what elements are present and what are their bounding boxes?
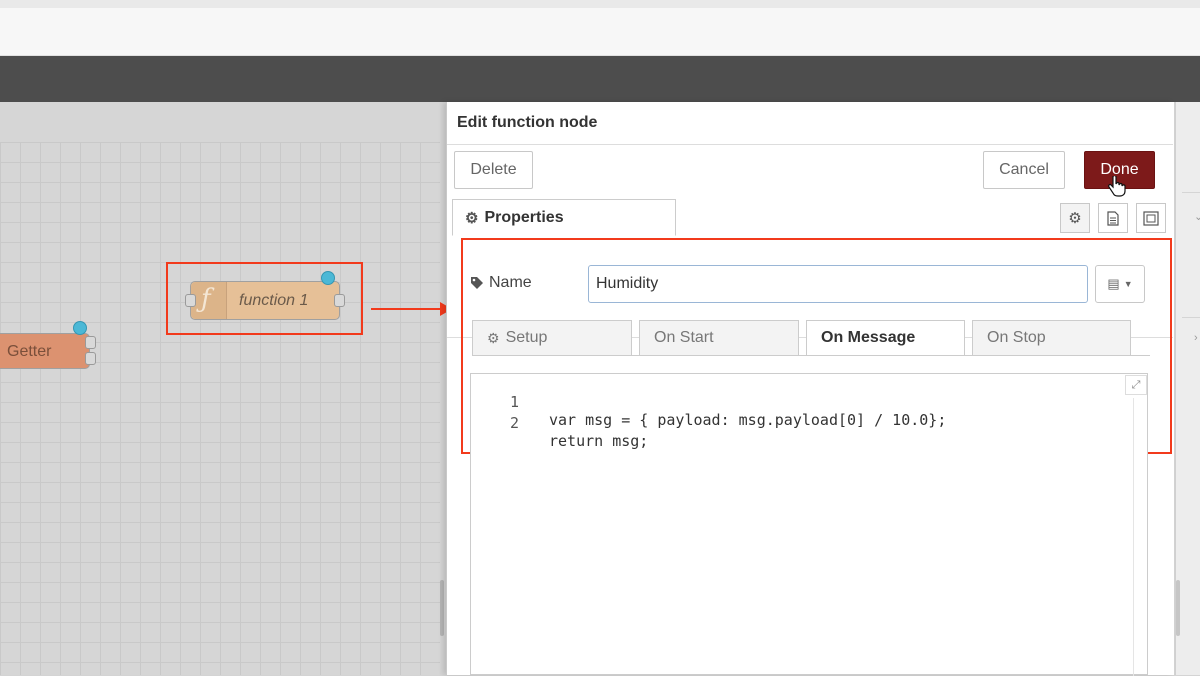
tab-on-start[interactable]: On Start <box>639 320 799 356</box>
tab-on-message-label: On Message <box>821 329 916 346</box>
tab-on-message[interactable]: On Message <box>806 320 965 356</box>
sidebar-divider <box>1182 192 1200 193</box>
getter-node[interactable]: Getter <box>0 333 90 369</box>
appearance-tab-button[interactable] <box>1136 203 1166 233</box>
browser-top-strip <box>0 0 1200 8</box>
code-editor[interactable]: 1 var msg = { payload: msg.payload[0] / … <box>470 373 1148 676</box>
tab-properties[interactable]: ⚙ Properties <box>452 199 676 236</box>
gear-icon: ⚙ <box>1068 210 1082 227</box>
gear-icon: ⚙ <box>487 329 500 346</box>
settings-tab-button[interactable]: ⚙ <box>1060 203 1090 233</box>
getter-output-port-2[interactable] <box>85 352 96 365</box>
annotation-arrow-line <box>371 308 441 310</box>
library-dropdown-button[interactable]: ▤ ▼ <box>1095 265 1145 303</box>
app-header <box>0 56 1200 102</box>
tab-on-start-label: On Start <box>654 329 714 346</box>
browser-toolbar <box>0 8 1200 56</box>
code-line: 1 var msg = { payload: msg.payload[0] / … <box>471 375 946 429</box>
sidebar-divider <box>1182 317 1200 318</box>
canvas-scrollbar[interactable] <box>440 580 444 636</box>
book-icon: ▤ <box>1107 276 1120 291</box>
tab-on-stop[interactable]: On Stop <box>972 320 1131 356</box>
tray-divider <box>447 144 1173 145</box>
hand-pointer-icon <box>1108 176 1126 197</box>
code-text: return msg; <box>549 432 649 450</box>
chevron-down-icon: ▼ <box>1123 279 1133 289</box>
canvas-upper-area <box>0 102 440 142</box>
tab-setup-label: Setup <box>505 329 548 346</box>
description-tab-button[interactable] <box>1098 203 1128 233</box>
getter-output-port[interactable] <box>85 336 96 349</box>
name-input[interactable] <box>588 265 1088 303</box>
tray-scrollbar[interactable] <box>1176 580 1180 636</box>
chevron-down-icon[interactable]: ⌄ <box>1194 210 1200 223</box>
tab-setup[interactable]: ⚙ Setup <box>472 320 632 356</box>
document-icon <box>1107 210 1119 226</box>
code-text: var msg = { payload: msg.payload[0] / 10… <box>549 411 947 429</box>
subtab-baseline <box>472 355 1150 356</box>
flow-canvas[interactable] <box>0 102 440 675</box>
line-number: 2 <box>509 414 519 432</box>
chevron-right-icon[interactable]: › <box>1194 332 1198 344</box>
node-highlight-box <box>166 262 363 335</box>
delete-button[interactable]: Delete <box>454 151 533 189</box>
expand-editor-button[interactable]: ⤢ <box>1125 375 1147 395</box>
expand-icon: ⤢ <box>1131 378 1141 391</box>
frame-icon <box>1143 210 1159 226</box>
tray-title: Edit function node <box>457 114 598 131</box>
tab-properties-label: Properties <box>484 208 564 226</box>
name-label-group: Name <box>470 274 532 292</box>
tag-icon <box>471 277 483 289</box>
getter-node-label: Getter <box>7 343 52 360</box>
cancel-button[interactable]: Cancel <box>983 151 1065 189</box>
code-line: 2 return msg; <box>471 396 648 450</box>
tab-on-stop-label: On Stop <box>987 329 1046 346</box>
getter-status-dot <box>73 321 87 335</box>
gear-icon: ⚙ <box>465 209 479 227</box>
name-label: Name <box>489 274 532 291</box>
editor-scroll-track <box>1133 398 1134 676</box>
